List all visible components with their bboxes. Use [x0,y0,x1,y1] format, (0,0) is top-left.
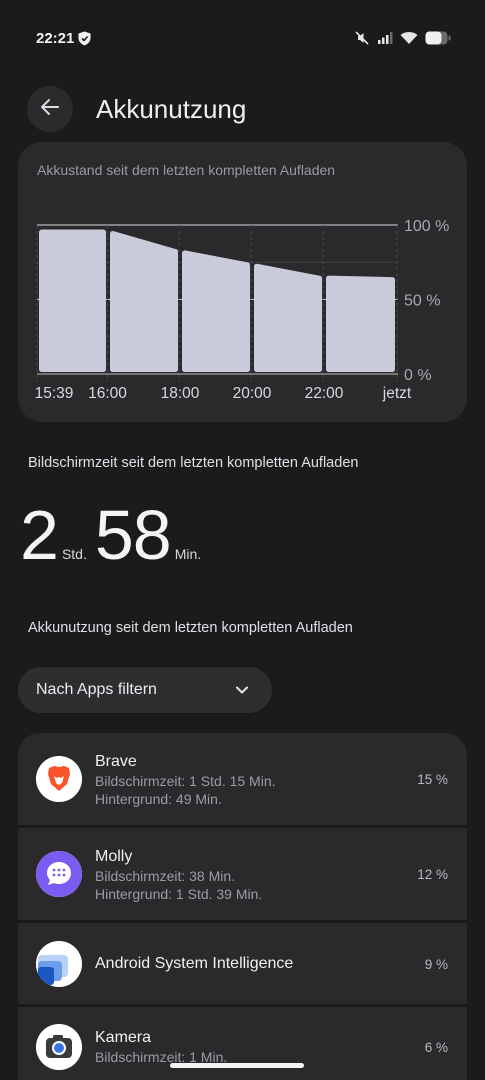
top-app-bar: Akkunutzung [0,86,485,134]
app-background-time: Hintergrund: 49 Min. [95,791,222,807]
app-screen-time: Bildschirmzeit: 38 Min. [95,868,236,884]
y-tick-label: 0 % [404,367,432,384]
app-percent: 15 % [417,772,448,787]
battery-bar [326,275,395,372]
x-tick-label: 20:00 [233,385,272,402]
battery-level-chart: 100 % 50 % 0 % 15:39 16:00 18:00 20:00 22:00 jet… [35,218,450,402]
screen-time-hours: 2 [20,496,59,574]
app-filter-dropdown[interactable]: Nach Apps filtern [18,667,272,713]
app-percent: 12 % [417,867,448,882]
battery-bar [254,263,322,372]
screen-time-hours-unit: Std. [61,546,87,562]
home-indicator[interactable] [170,1063,304,1068]
screen-time-minutes-unit: Min. [174,546,202,562]
status-bar: 22:21 [0,0,485,78]
arrow-left-icon [40,97,60,122]
app-screen-time: Bildschirmzeit: 1 Std. 15 Min. [95,773,276,789]
molly-chat-icon [36,851,82,897]
x-tick-label: 16:00 [88,385,127,402]
app-name: Brave [95,753,137,770]
screen-time-minutes: 58 [94,496,172,574]
back-button[interactable] [27,86,73,132]
app-item-kamera[interactable]: Kamera Bildschirmzeit: 1 Min. 6 % [18,1007,467,1080]
app-usage-list: Brave Bildschirmzeit: 1 Std. 15 Min. Hin… [18,733,467,1080]
app-percent: 6 % [424,1040,448,1055]
app-name: Kamera [95,1029,152,1046]
status-icons [354,30,451,51]
x-tick-label: 15:39 [35,385,74,402]
app-percent: 9 % [424,957,448,972]
chevron-down-icon [234,682,250,703]
app-name: Android System Intelligence [95,955,294,972]
camera-icon [36,1024,82,1070]
filter-label: Nach Apps filtern [36,681,157,698]
y-tick-label: 50 % [404,293,440,310]
battery-bar [39,229,106,372]
x-tick-label: 18:00 [161,385,200,402]
battery-chart-card[interactable]: Akkustand seit dem letzten kompletten Au… [18,142,467,422]
android-system-intelligence-icon [36,941,82,987]
app-background-time: Hintergrund: 1 Std. 39 Min. [95,886,263,902]
battery-bar [110,230,178,372]
x-tick-label: jetzt [382,385,412,402]
battery-bar [182,250,250,372]
app-item-android-system-intelligence[interactable]: Android System Intelligence 9 % [18,923,467,1004]
battery-icon [425,31,451,50]
shield-icon [78,31,91,51]
usage-label: Akkunutzung seit dem letzten kompletten … [28,620,353,636]
x-tick-label: 22:00 [305,385,344,402]
mute-icon [354,30,370,51]
screen-time-label: Bildschirmzeit seit dem letzten komplett… [28,455,359,471]
app-item-molly[interactable]: Molly Bildschirmzeit: 38 Min. Hintergrun… [18,828,467,920]
page-title: Akkunutzung [96,94,247,124]
y-tick-label: 100 % [404,218,449,235]
brave-lion-icon [36,756,82,802]
signal-icon [377,31,393,50]
app-name: Molly [95,848,133,865]
status-time: 22:21 [36,30,75,47]
wifi-icon [400,31,418,50]
screen-time-value: 2 Std. 58 Min. [20,495,209,575]
app-item-brave[interactable]: Brave Bildschirmzeit: 1 Std. 15 Min. Hin… [18,733,467,825]
